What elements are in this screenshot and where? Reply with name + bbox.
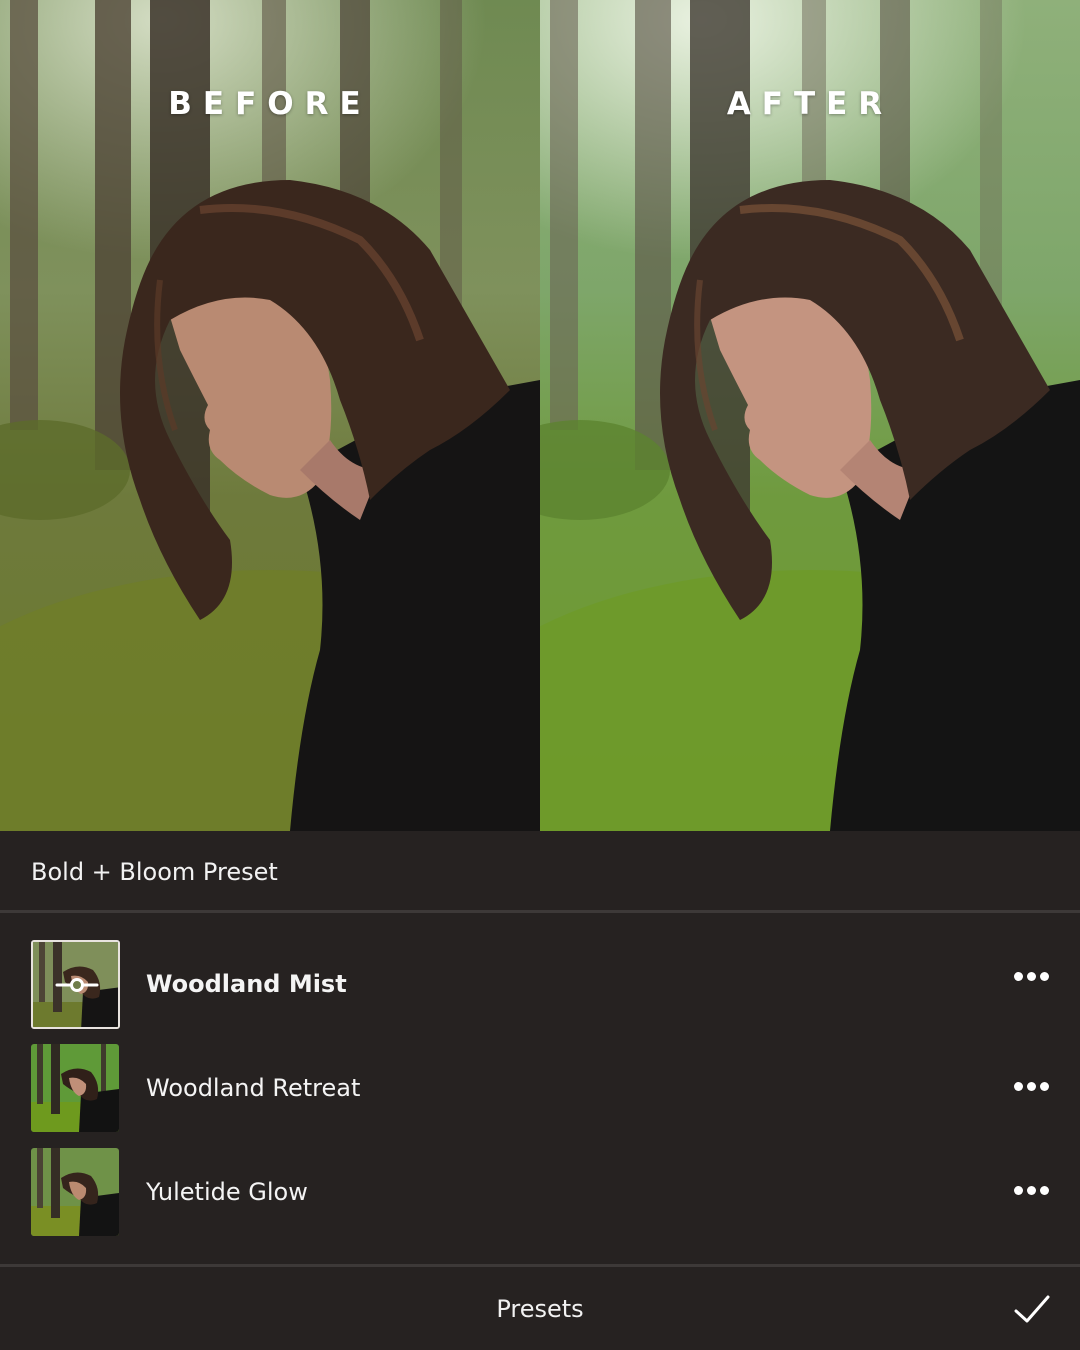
preset-thumbnail[interactable] [31, 1148, 119, 1236]
preset-list: Woodland Mist Woodland Retreat Yuletide … [0, 913, 1080, 1265]
preset-item-woodland-retreat[interactable]: Woodland Retreat [0, 1044, 1080, 1148]
more-horizontal-icon[interactable] [1010, 1176, 1054, 1206]
preset-thumbnail[interactable] [31, 940, 120, 1029]
collection-header[interactable]: Bold + Bloom Preset [0, 831, 1080, 913]
checkmark-icon[interactable] [1010, 1289, 1054, 1329]
preset-item-woodland-mist[interactable]: Woodland Mist [0, 940, 1080, 1044]
preset-thumbnail[interactable] [31, 1044, 119, 1132]
before-label: BEFORE [168, 86, 372, 122]
more-horizontal-icon[interactable] [1010, 962, 1054, 992]
after-photo [540, 0, 1080, 831]
preset-item-yuletide-glow[interactable]: Yuletide Glow [0, 1148, 1080, 1252]
bottom-toolbar: Presets [0, 1264, 1080, 1350]
preset-name: Woodland Mist [146, 970, 347, 998]
more-horizontal-icon[interactable] [1010, 1072, 1054, 1102]
after-label: AFTER [726, 86, 894, 122]
preset-name: Woodland Retreat [146, 1074, 361, 1102]
before-photo [0, 0, 540, 831]
before-after-comparison: BEFORE AFTER [0, 0, 1080, 831]
preset-name: Yuletide Glow [146, 1178, 308, 1206]
presets-tab-label[interactable]: Presets [0, 1295, 1080, 1323]
collection-title: Bold + Bloom Preset [31, 858, 278, 886]
adjust-slider-icon [55, 978, 99, 992]
